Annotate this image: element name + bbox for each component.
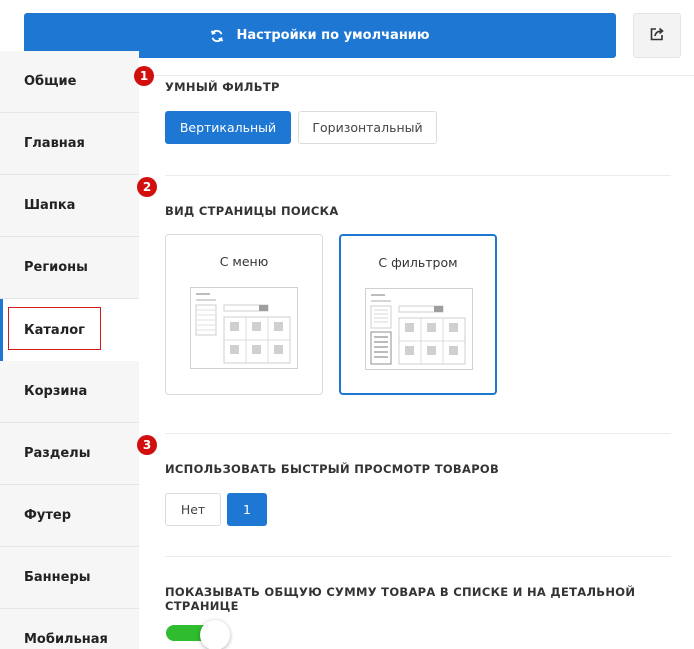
total-sum-title: ПОКАЗЫВАТЬ ОБЩУЮ СУММУ ТОВАРА В СПИСКЕ И… [165, 585, 636, 613]
sidebar-item-banners[interactable]: Баннеры [0, 547, 139, 609]
share-button[interactable] [633, 13, 681, 58]
section-divider [165, 433, 671, 434]
sidebar-item-label: Мобильная [24, 632, 108, 647]
sidebar-item-label: Главная [24, 136, 85, 151]
refresh-icon [210, 29, 224, 43]
layout-preview-menu-icon [190, 287, 298, 369]
settings-sidebar: Общие Главная Шапка Регионы Каталог Корз… [0, 51, 139, 649]
sidebar-item-mobile[interactable]: Мобильная [0, 609, 139, 649]
sidebar-item-cart[interactable]: Корзина [0, 361, 139, 423]
search-view-title: ВИД СТРАНИЦЫ ПОИСКА [165, 204, 339, 218]
smart-filter-title: УМНЫЙ ФИЛЬТР [165, 80, 280, 94]
sidebar-item-label: Баннеры [24, 570, 91, 585]
sidebar-item-regions[interactable]: Регионы [0, 237, 139, 299]
toggle-knob [200, 620, 230, 649]
smart-filter-horizontal-button[interactable]: Горизонтальный [298, 111, 437, 144]
sidebar-item-label: Футер [24, 508, 72, 523]
sidebar-item-footer[interactable]: Футер [0, 485, 139, 547]
total-sum-toggle[interactable] [166, 620, 230, 649]
layout-preview-filter-icon [365, 288, 473, 370]
sidebar-item-label: Корзина [24, 384, 88, 399]
quick-view-no-button[interactable]: Нет [165, 493, 221, 526]
search-view-filter-label: С фильтром [378, 255, 458, 270]
reset-defaults-label: Настройки по умолчанию [236, 28, 430, 43]
sidebar-item-general[interactable]: Общие [0, 51, 139, 113]
section-divider [165, 175, 671, 176]
sidebar-item-label: Разделы [24, 446, 91, 461]
search-view-menu-label: С меню [219, 254, 269, 269]
sidebar-item-label: Каталог [24, 322, 85, 338]
sidebar-item-label: Общие [24, 74, 77, 89]
step-marker-3: 3 [137, 435, 157, 455]
sidebar-item-catalog[interactable]: Каталог [0, 299, 139, 361]
search-view-menu-card[interactable]: С меню [165, 234, 323, 395]
step-marker-2: 2 [137, 177, 157, 197]
sidebar-item-header[interactable]: Шапка [0, 175, 139, 237]
sidebar-item-label: Шапка [24, 198, 76, 213]
section-divider [165, 556, 671, 557]
sidebar-item-main[interactable]: Главная [0, 113, 139, 175]
step-marker-1: 1 [134, 66, 154, 86]
sidebar-item-sections[interactable]: Разделы [0, 423, 139, 485]
sidebar-item-label: Регионы [24, 260, 88, 275]
quick-view-title: ИСПОЛЬЗОВАТЬ БЫСТРЫЙ ПРОСМОТР ТОВАРОВ [165, 462, 500, 476]
share-icon [649, 26, 665, 46]
smart-filter-vertical-button[interactable]: Вертикальный [165, 111, 291, 144]
search-view-filter-card[interactable]: С фильтром [339, 234, 497, 395]
quick-view-1-button[interactable]: 1 [227, 493, 267, 526]
